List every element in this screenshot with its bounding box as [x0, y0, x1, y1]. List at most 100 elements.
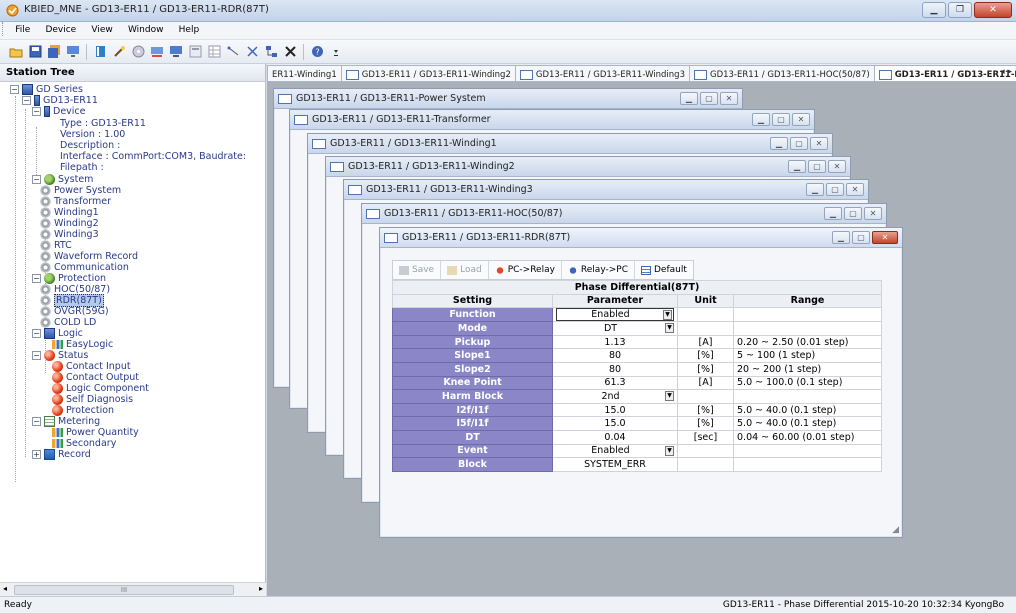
overflow-chevron-icon[interactable] [328, 44, 344, 60]
save-icon[interactable] [27, 44, 43, 60]
slope1-input[interactable]: 80 [552, 348, 678, 363]
tab-winding1[interactable]: ER11-Winding1 [267, 65, 342, 81]
tree-node-rdr[interactable]: RDR(87T) [40, 294, 104, 307]
save-all-icon[interactable] [46, 44, 62, 60]
tab-hoc[interactable]: GD13-ER11 / GD13-ER11-HOC(50/87) [688, 65, 875, 81]
tree-node-gd-series[interactable]: − GD Series [10, 84, 83, 95]
function-select[interactable]: Enabled ▼ [552, 307, 678, 323]
tree-node-communication[interactable]: Communication [40, 262, 129, 273]
tab-scroll-arrows-icon[interactable]: ◂ ▸ [1000, 67, 1012, 77]
tree-node-type[interactable]: Type : GD13-ER11 [60, 118, 146, 129]
collapse-icon[interactable]: − [32, 175, 41, 184]
disc-icon[interactable] [130, 44, 146, 60]
menu-view[interactable]: View [85, 22, 118, 38]
event-select[interactable]: Enabled ▼ [552, 443, 678, 459]
collapse-icon[interactable]: − [32, 107, 41, 116]
maximize-button[interactable]: ▢ [826, 183, 844, 196]
pickup-input[interactable]: 1.13 [552, 334, 678, 350]
maximize-button[interactable]: ▢ [808, 160, 826, 173]
slope2-input[interactable]: 80 [552, 361, 678, 377]
collapse-icon[interactable]: − [32, 329, 41, 338]
tree-node-system[interactable]: − System [32, 174, 93, 185]
tree-node-ovgr[interactable]: OVGR(59G) [40, 306, 109, 317]
connect-icon[interactable] [149, 44, 165, 60]
close-button[interactable]: ✕ [720, 92, 738, 105]
tree-node-version[interactable]: Version : 1.00 [60, 129, 125, 140]
close-button[interactable]: ✕ [872, 231, 898, 244]
menu-file[interactable]: File [9, 22, 36, 38]
tree-node-cold-ld[interactable]: COLD LD [40, 317, 96, 328]
tab-winding3[interactable]: GD13-ER11 / GD13-ER11-Winding3 [514, 65, 690, 81]
minimize-button[interactable]: ▁ [824, 207, 842, 220]
save-button[interactable]: Save [393, 261, 442, 279]
help-icon[interactable]: ? [309, 44, 325, 60]
tab-winding2[interactable]: GD13-ER11 / GD13-ER11-Winding2 [340, 65, 516, 81]
tree-horizontal-scrollbar[interactable]: ◂ III ▸ [0, 582, 266, 596]
delete-icon[interactable] [282, 44, 298, 60]
menu-help[interactable]: Help [173, 22, 206, 38]
minimize-button[interactable]: ▁ [680, 92, 698, 105]
dropdown-arrow-icon[interactable]: ▼ [663, 309, 672, 320]
tree-node-self-diagnosis[interactable]: Self Diagnosis [52, 394, 133, 405]
tree-node-record[interactable]: + Record [32, 449, 91, 460]
load-button[interactable]: Load [441, 261, 489, 279]
tab-rdr[interactable]: GD13-ER11 / GD13-ER11-RDR(8... [873, 65, 1016, 81]
i2f-i1f-input[interactable]: 15.0 [552, 402, 678, 418]
i5f-i1f-input[interactable]: 15.0 [552, 416, 678, 431]
scissors-icon[interactable] [244, 44, 260, 60]
panel-icon[interactable] [187, 44, 203, 60]
maximize-button[interactable]: ▢ [772, 113, 790, 126]
network-icon[interactable] [65, 44, 81, 60]
menu-device[interactable]: Device [39, 22, 82, 38]
collapse-icon[interactable]: − [32, 351, 41, 360]
tree-node-secondary[interactable]: Secondary [52, 438, 116, 449]
maximize-button[interactable]: ▢ [700, 92, 718, 105]
tree-node-transformer[interactable]: Transformer [40, 196, 111, 207]
minimize-button[interactable]: ▁ [788, 160, 806, 173]
tree-node-protection[interactable]: − Protection [32, 273, 106, 284]
minimize-button[interactable]: ▁ [752, 113, 770, 126]
tree-node-power-quantity[interactable]: Power Quantity [52, 427, 139, 438]
tree-node-filepath[interactable]: Filepath : [60, 162, 104, 173]
minimize-button[interactable]: ▁ [770, 137, 788, 150]
tree-node-waveform-record[interactable]: Waveform Record [40, 251, 138, 262]
scrollbar-thumb[interactable]: III [14, 585, 234, 595]
close-button[interactable]: ✕ [864, 207, 882, 220]
knee-point-input[interactable]: 61.3 [552, 375, 678, 391]
close-button[interactable]: ✕ [828, 160, 846, 173]
collapse-icon[interactable]: − [22, 96, 31, 105]
scroll-left-icon[interactable]: ◂ [3, 584, 7, 593]
tree-node-logic[interactable]: − Logic [32, 328, 83, 339]
scroll-right-icon[interactable]: ▸ [259, 584, 263, 593]
close-button[interactable]: ✕ [792, 113, 810, 126]
dropdown-arrow-icon[interactable]: ▼ [665, 445, 674, 456]
block-input[interactable]: SYSTEM_ERR [552, 457, 678, 472]
expand-icon[interactable]: + [32, 450, 41, 459]
tree-node-winding3[interactable]: Winding3 [40, 229, 99, 240]
harm-block-select[interactable]: 2nd ▼ [552, 389, 678, 404]
minimize-button[interactable]: ▁ [922, 2, 946, 18]
menu-window[interactable]: Window [122, 22, 170, 38]
maximize-button[interactable]: ▢ [844, 207, 862, 220]
pc-to-relay-button[interactable]: PC->Relay [489, 261, 562, 279]
collapse-icon[interactable]: − [32, 274, 41, 283]
tree-node-winding2[interactable]: Winding2 [40, 218, 99, 229]
dt-input[interactable]: 0.04 [552, 429, 678, 445]
line-icon[interactable] [225, 44, 241, 60]
tree-node-metering[interactable]: − Metering [32, 416, 100, 427]
mode-select[interactable]: DT ▼ [552, 321, 678, 336]
maximize-button[interactable]: ▢ [790, 137, 808, 150]
tree-node-description[interactable]: Description : [60, 140, 120, 151]
resize-grip-icon[interactable]: ◢ [892, 525, 899, 535]
restore-button[interactable]: ❐ [948, 2, 972, 18]
close-button[interactable]: ✕ [810, 137, 828, 150]
tree-node-interface[interactable]: Interface : CommPort:COM3, Baudrate: [60, 151, 246, 162]
book-icon[interactable] [92, 44, 108, 60]
close-button[interactable]: ✕ [974, 2, 1012, 18]
grid-icon[interactable] [206, 44, 222, 60]
tree-node-power-system[interactable]: Power System [40, 185, 121, 196]
tree-node-device[interactable]: − Device [32, 106, 86, 117]
open-folder-icon[interactable] [8, 44, 24, 60]
tree-node-logic-component[interactable]: Logic Component [52, 383, 149, 394]
tree-node-easylogic[interactable]: EasyLogic [52, 339, 113, 350]
